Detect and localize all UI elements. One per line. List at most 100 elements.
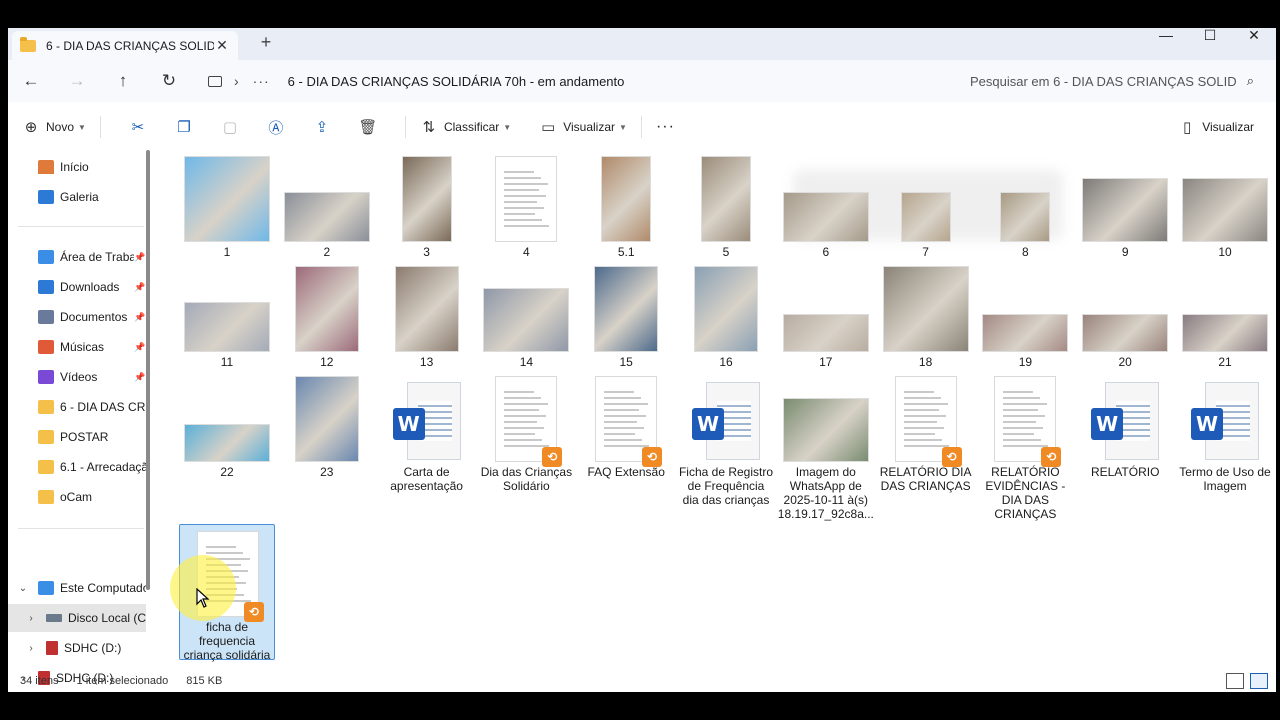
file-item[interactable]: 14 — [478, 262, 574, 369]
chevron-right-icon[interactable]: › — [234, 73, 239, 89]
file-item[interactable]: W Ficha de Registro de Frequência dia das… — [678, 372, 774, 507]
sidebar-item-this-pc[interactable]: ⌄ Este Computador — [8, 574, 146, 602]
new-tab-button[interactable]: + — [254, 32, 278, 53]
file-item[interactable]: 21 — [1177, 262, 1273, 369]
image-icon — [283, 192, 370, 242]
sidebar-item-quick-5[interactable]: 6 - DIA DAS CRIANÇAS — [8, 393, 146, 421]
pdf-icon: ⟲ — [495, 376, 563, 467]
cut-button[interactable]: ✂ — [115, 118, 161, 136]
file-item[interactable]: W Termo de Uso de Imagem — [1177, 372, 1273, 493]
folder-tab[interactable]: 6 - DIA DAS CRIANÇAS SOLID ✕ — [12, 31, 238, 60]
file-item[interactable]: 3 — [379, 152, 475, 259]
sidebar-item-label: 6 - DIA DAS CRIANÇAS — [60, 400, 146, 414]
sidebar-scrollbar[interactable] — [146, 150, 150, 590]
word-document-icon: W — [392, 382, 461, 462]
sidebar-item-quick-4[interactable]: Vídeos 📌 — [8, 363, 146, 391]
refresh-icon[interactable]: ↻ — [146, 71, 192, 91]
file-item[interactable]: 8 — [977, 152, 1073, 259]
delete-button[interactable]: 🗑 — [345, 118, 391, 136]
file-item[interactable]: 5 — [678, 152, 774, 259]
file-item[interactable]: ⟲ FAQ Extensão — [578, 372, 674, 479]
file-item[interactable]: 13 — [379, 262, 475, 369]
file-item[interactable]: 17 — [778, 262, 874, 369]
file-item[interactable]: W Carta de apresentação — [379, 372, 475, 493]
file-item[interactable]: 1 — [179, 152, 275, 259]
file-thumbnail: W — [1177, 372, 1273, 462]
file-item[interactable]: Imagem do WhatsApp de 2025-10-11 à(s) 18… — [778, 372, 874, 521]
large-icons-view-button[interactable] — [1250, 673, 1268, 689]
file-item[interactable]: 22 — [179, 372, 275, 479]
file-thumbnail: ⟲ — [977, 372, 1073, 467]
minimize-button[interactable]: — — [1144, 28, 1188, 60]
file-item[interactable]: 11 — [179, 262, 275, 369]
file-name: 12 — [320, 355, 334, 369]
up-arrow-icon[interactable]: ↑ — [100, 71, 146, 91]
current-path[interactable]: 6 - DIA DAS CRIANÇAS SOLIDÁRIA 70h - em … — [288, 74, 625, 89]
sidebar-item-label: oCam — [60, 490, 93, 504]
sidebar-item-sdhc-1[interactable]: › SDHC (D:) — [8, 634, 146, 662]
more-path-button[interactable]: ··· — [253, 73, 270, 89]
file-item[interactable]: 6 — [778, 152, 874, 259]
image-icon — [782, 314, 869, 352]
pdf-reader-badge-icon: ⟲ — [1041, 447, 1062, 467]
sidebar-item-quick-2[interactable]: Documentos 📌 — [8, 303, 146, 331]
file-item[interactable]: ⟲ RELATÓRIO EVIDÊNCIAS - DIA DAS CRIANÇAS — [977, 372, 1073, 521]
file-item[interactable]: 9 — [1077, 152, 1173, 259]
file-item[interactable]: 19 — [977, 262, 1073, 369]
sidebar-item-quick-6[interactable]: POSTAR — [8, 423, 146, 451]
search-input[interactable]: Pesquisar em 6 - DIA DAS CRIANÇAS SOLID — [970, 74, 1247, 89]
maximize-button[interactable]: ☐ — [1188, 28, 1232, 60]
file-item[interactable]: 20 — [1077, 262, 1173, 369]
chevron-down-icon[interactable]: ⌄ — [16, 583, 30, 594]
file-name: 7 — [922, 245, 929, 259]
sidebar-item-quick-0[interactable]: Área de Trabalho📌 — [8, 243, 146, 271]
sidebar-item-label: Galeria — [60, 190, 99, 204]
file-thumbnail — [279, 262, 375, 352]
file-item[interactable]: 12 — [279, 262, 375, 369]
search-box[interactable]: Pesquisar em 6 - DIA DAS CRIANÇAS SOLID … — [958, 66, 1266, 96]
close-tab-icon[interactable]: ✕ — [214, 37, 230, 54]
file-item[interactable]: 18 — [878, 262, 974, 369]
paste-button[interactable]: ▢ — [207, 118, 253, 136]
file-name: 11 — [220, 355, 234, 369]
file-item[interactable]: 10 — [1177, 152, 1273, 259]
word-document-icon: W — [1191, 382, 1259, 462]
back-arrow-icon[interactable]: ← — [8, 71, 54, 91]
file-item[interactable]: 2 — [279, 152, 375, 259]
breadcrumb[interactable]: › ··· 6 - DIA DAS CRIANÇAS SOLIDÁRIA 70h… — [202, 73, 624, 89]
new-button[interactable]: ⊕ Novo ▼ — [22, 118, 86, 136]
sidebar-item-quick-1[interactable]: Downloads 📌 — [8, 273, 146, 301]
selection-size: 815 KB — [186, 675, 223, 687]
file-item[interactable]: 15 — [578, 262, 674, 369]
file-item[interactable]: 4 — [478, 152, 574, 259]
chevron-right-icon[interactable]: › — [24, 613, 38, 624]
more-options-button[interactable]: ··· — [656, 118, 675, 136]
sidebar-item-gallery[interactable]: Galeria — [8, 183, 146, 211]
chevron-right-icon[interactable]: › — [24, 643, 38, 654]
forward-arrow-icon[interactable]: → — [54, 71, 100, 91]
copy-button[interactable]: ❐ — [161, 118, 207, 136]
share-button[interactable]: ⇪ — [299, 118, 345, 136]
close-window-button[interactable]: ✕ — [1232, 28, 1276, 60]
file-item[interactable]: ⟲ RELATÓRIO DIA DAS CRIANÇAS — [878, 372, 974, 493]
file-thumbnail: W — [379, 372, 475, 462]
file-item[interactable]: 23 — [279, 372, 375, 479]
view-button[interactable]: ▭ Visualizar ▼ — [539, 118, 627, 136]
sidebar-item-home[interactable]: Início — [8, 153, 146, 181]
download-icon — [38, 280, 54, 294]
sidebar-item-quick-7[interactable]: 6.1 - Arrecadação — [8, 453, 146, 481]
rename-button[interactable]: Ⓐ — [253, 118, 299, 137]
sidebar-item-quick-3[interactable]: Músicas 📌 — [8, 333, 146, 361]
chevron-down-icon: ▼ — [78, 122, 86, 132]
file-item[interactable]: 16 — [678, 262, 774, 369]
sort-button[interactable]: ⇅ Classificar ▼ — [420, 118, 512, 136]
file-item[interactable]: 7 — [878, 152, 974, 259]
sidebar-item-disco-local[interactable]: › Disco Local (C:) — [8, 604, 146, 632]
file-item[interactable]: W RELATÓRIO — [1077, 372, 1173, 479]
file-name: 10 — [1218, 245, 1232, 259]
sidebar-item-quick-8[interactable]: oCam — [8, 483, 146, 511]
file-item[interactable]: 5.1 — [578, 152, 674, 259]
file-item[interactable]: ⟲ Dia das Crianças Solidário — [478, 372, 574, 493]
details-pane-button[interactable]: ▯ Visualizar — [1178, 118, 1254, 136]
details-view-button[interactable] — [1226, 673, 1244, 689]
